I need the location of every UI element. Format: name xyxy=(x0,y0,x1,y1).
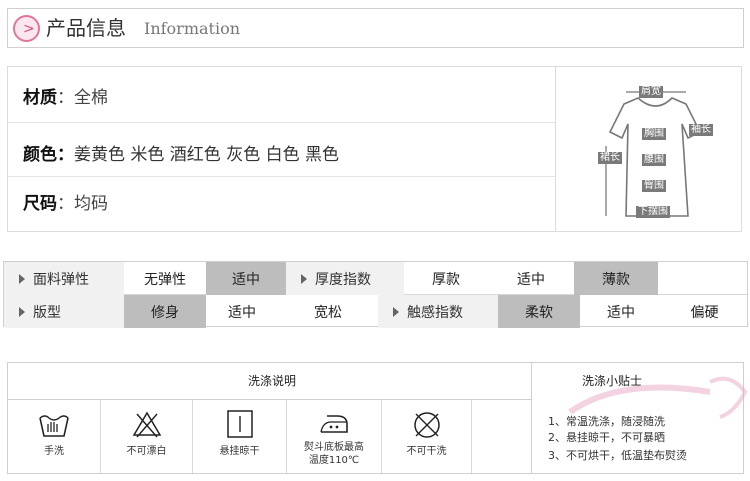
color-colon: ： xyxy=(57,145,74,165)
size-colon: ： xyxy=(57,194,74,214)
care-item: 悬挂晾干 xyxy=(193,400,287,473)
color-key: 颜色 xyxy=(23,145,57,165)
diagram-label-shoulder: 肩宽 xyxy=(639,86,663,98)
decorative-watermark xyxy=(560,372,750,422)
section-header: > 产品信息 Information xyxy=(7,8,744,48)
material-colon: ： xyxy=(57,88,74,108)
attr-option-selected: 柔软 xyxy=(498,295,580,328)
attr-label-touch: 触感指数 xyxy=(378,295,498,328)
material-value: 全棉 xyxy=(74,88,108,108)
attr-label-thickness: 厚度指数 xyxy=(286,262,404,295)
attr-option: 适中 xyxy=(228,304,256,321)
chevron-right-icon: > xyxy=(13,15,40,42)
diagram-label-length: 裙长 xyxy=(598,152,622,164)
care-label: 不可漂白 xyxy=(126,446,167,457)
size-value: 均码 xyxy=(74,194,108,214)
care-tip: 3、不可烘干，低温垫布熨烫 xyxy=(548,449,687,462)
care-item: 不可干洗 xyxy=(382,400,472,473)
attr-option: 适中 xyxy=(607,304,635,321)
attr-label-fit: 版型 xyxy=(4,295,124,328)
hand-wash-icon xyxy=(38,410,70,442)
diagram-label-chest: 胸围 xyxy=(642,128,666,140)
attr-option: 宽松 xyxy=(314,304,342,321)
attr-option: 厚款 xyxy=(432,271,460,288)
care-item: 手洗 xyxy=(8,400,101,473)
divider xyxy=(8,176,555,177)
attr-option-selected: 适中 xyxy=(206,262,286,295)
no-dry-clean-icon xyxy=(412,410,442,444)
care-label: 不可干洗 xyxy=(406,446,447,457)
attr-option: 偏硬 xyxy=(690,304,719,321)
diagram-label-hem: 下摆围 xyxy=(636,206,670,218)
care-label: 熨斗底板最高 xyxy=(304,442,364,453)
care-label-2: 温度110℃ xyxy=(308,455,360,466)
attr-option-selected: 修身 xyxy=(124,295,206,328)
divider xyxy=(531,363,532,473)
attr-option: 适中 xyxy=(517,271,545,288)
line-dry-icon xyxy=(226,410,253,442)
section-title: 产品信息 xyxy=(46,16,126,40)
care-label: 悬挂晾干 xyxy=(219,446,260,457)
attr-option: 无弹性 xyxy=(144,271,186,288)
care-item: 不可漂白 xyxy=(101,400,193,473)
attribute-table: 面料弹性 无弹性 适中 厚度指数 厚款 适中 薄款 版型 修身 适中 宽松 触感… xyxy=(3,261,748,328)
diagram-label-hip: 臀围 xyxy=(642,180,666,192)
no-bleach-icon xyxy=(132,410,162,442)
divider xyxy=(8,122,555,123)
care-tip: 2、悬挂晾干，不可暴晒 xyxy=(548,431,665,444)
attr-label-elasticity: 面料弹性 xyxy=(4,262,124,295)
attr-option-selected: 薄款 xyxy=(574,262,658,295)
size-row: 尺码：均码 xyxy=(23,193,108,215)
color-value: 姜黄色 米色 酒红色 灰色 白色 黑色 xyxy=(74,145,340,165)
care-title: 洗涤说明 xyxy=(248,374,297,388)
dress-measurement-icon: 肩宽 袖长 胸围 裙长 腰围 臀围 下摆围 xyxy=(596,84,716,228)
diagram-label-sleeve: 袖长 xyxy=(689,124,713,136)
material-row: 材质：全棉 xyxy=(23,87,108,109)
diagram-label-waist: 腰围 xyxy=(642,154,666,166)
divider xyxy=(555,67,556,231)
section-subtitle: Information xyxy=(144,19,241,38)
iron-medium-icon xyxy=(317,410,351,440)
size-key: 尺码 xyxy=(23,194,57,214)
material-key: 材质 xyxy=(23,88,57,108)
color-row: 颜色：姜黄色 米色 酒红色 灰色 白色 黑色 xyxy=(23,144,339,166)
care-label: 手洗 xyxy=(44,446,64,457)
care-item: 熨斗底板最高 温度110℃ xyxy=(287,400,382,473)
